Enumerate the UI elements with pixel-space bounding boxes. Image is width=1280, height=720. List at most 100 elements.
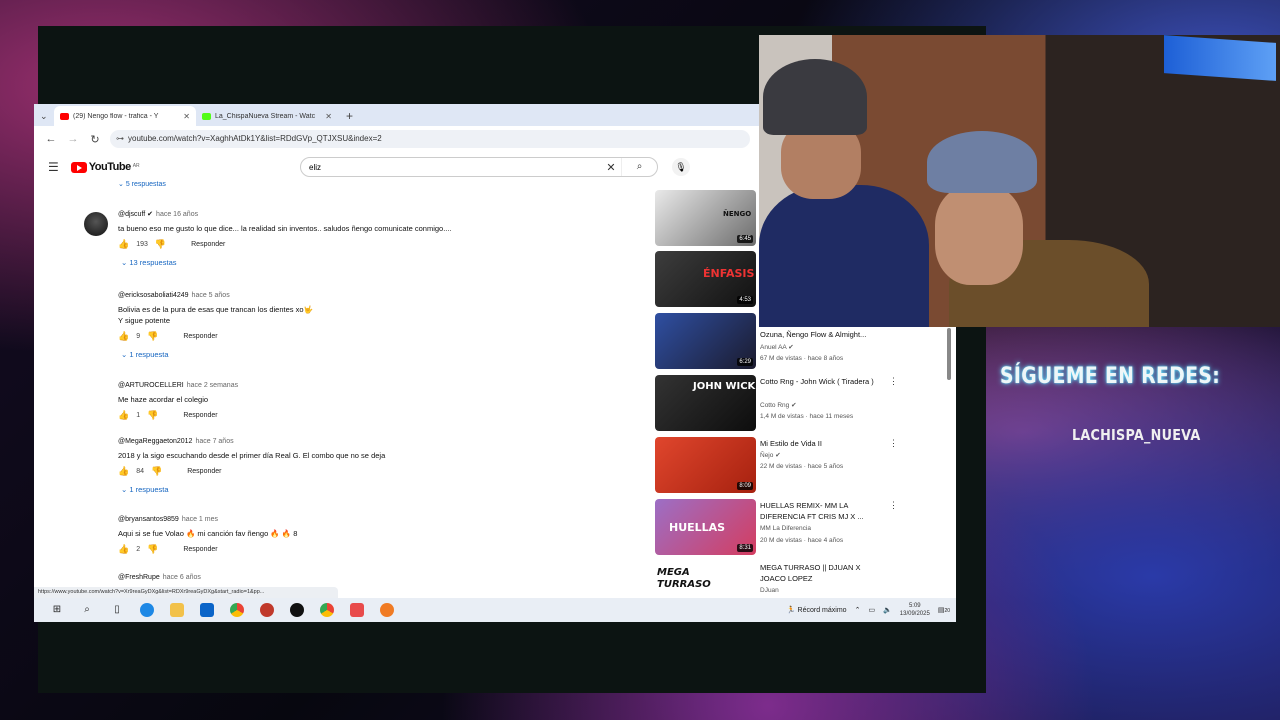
reload-icon[interactable]: ↻ <box>88 133 102 146</box>
dislike-icon[interactable]: 👎 <box>151 466 162 477</box>
tab-close-icon[interactable]: ✕ <box>325 112 332 121</box>
search-icon[interactable]: ⌕ <box>80 603 94 617</box>
mic-icon[interactable]: 🎙 <box>672 158 690 176</box>
reply-button[interactable]: Responder <box>183 333 217 340</box>
video-thumbnail[interactable]: ÉNFASIS 4:53 <box>655 251 756 307</box>
tab-search-icon[interactable]: ⌄ <box>40 106 54 126</box>
new-tab-icon[interactable]: + <box>338 106 361 126</box>
comment-author[interactable]: @ericksosaboliati4249 <box>118 292 189 299</box>
video-item[interactable]: HUELLAS 8:31 HUELLAS REMIX- MM LA DIFEREN… <box>655 499 945 557</box>
outlook-icon[interactable] <box>200 603 214 617</box>
reply-button[interactable]: Responder <box>187 468 221 475</box>
app-icon[interactable] <box>380 603 394 617</box>
comment-time[interactable]: hace 5 años <box>192 292 230 299</box>
video-channel[interactable]: Anuel AA ✔ <box>760 343 794 351</box>
video-channel[interactable]: MM La Diferencia <box>760 525 811 532</box>
comment-time[interactable]: hace 16 años <box>156 211 198 218</box>
like-icon[interactable]: 👍 <box>118 466 129 477</box>
replies-toggle[interactable]: ⌄ 13 respuestas <box>121 258 644 267</box>
tab-kick[interactable]: La_ChispaNueva Stream - Watc ✕ <box>196 106 338 126</box>
reply-button[interactable]: Responder <box>183 412 217 419</box>
comment-time[interactable]: hace 2 semanas <box>187 382 238 389</box>
clock[interactable]: 5:09 13/09/2025 <box>900 602 930 618</box>
comment: @MegaReggaeton2012 hace 7 años 2018 y la … <box>84 438 662 494</box>
comment: @FreshRupehace 6 años ⋮ <box>84 574 662 589</box>
monitor <box>1164 35 1276 81</box>
app-icon[interactable] <box>350 603 364 617</box>
forward-icon[interactable]: → <box>66 133 80 145</box>
video-item[interactable]: JOHN WICK Cotto Rng - John Wick ( Tirade… <box>655 375 945 433</box>
comment-author[interactable]: @ARTUROCELLERI <box>118 382 184 389</box>
chrome-icon[interactable] <box>320 603 334 617</box>
task-view-icon[interactable]: ▯ <box>110 603 124 617</box>
like-icon[interactable]: 👍 <box>118 331 129 342</box>
comment-author[interactable]: @djscuff <box>118 211 145 218</box>
search-input[interactable] <box>301 162 601 172</box>
folder-icon[interactable] <box>170 603 184 617</box>
dislike-icon[interactable]: 👎 <box>147 410 158 421</box>
chevron-up-icon[interactable]: ⌃ <box>855 606 861 614</box>
kebab-icon[interactable]: ⋮ <box>889 438 898 449</box>
chrome-icon[interactable] <box>230 603 244 617</box>
tab-title: (29) Ñengo flow - trafica - Y <box>73 112 159 120</box>
youtube-logo[interactable]: YouTube AR <box>70 161 140 173</box>
video-thumbnail[interactable]: 6:29 <box>655 313 756 369</box>
comment-author[interactable]: @MegaReggaeton2012 <box>118 438 192 445</box>
kebab-icon[interactable]: ⋮ <box>889 376 898 387</box>
video-thumbnail[interactable]: 8:09 <box>655 437 756 493</box>
video-thumbnail[interactable]: JOHN WICK <box>655 375 756 431</box>
replies-toggle[interactable]: ⌄ 1 respuesta <box>121 485 644 494</box>
video-thumbnail[interactable]: ÑENGO 6:45 <box>655 190 756 246</box>
dislike-icon[interactable]: 👎 <box>147 331 158 342</box>
url-field[interactable]: ⊶ youtube.com/watch?v=XaghhAtDk1Y&list=RD… <box>110 130 750 148</box>
video-channel[interactable]: DJuan <box>760 587 779 594</box>
app-icon[interactable] <box>260 603 274 617</box>
comment-time[interactable]: hace 7 años <box>195 438 233 445</box>
video-thumbnail[interactable]: HUELLAS 8:31 <box>655 499 756 555</box>
like-count: 1 <box>136 412 141 419</box>
tab-youtube[interactable]: (29) Ñengo flow - trafica - Y ✕ <box>54 106 196 126</box>
dislike-icon[interactable]: 👎 <box>155 239 166 250</box>
video-title[interactable]: MEGA TURRASO || DJUAN X JOACO LOPEZ <box>760 562 885 584</box>
scrollbar[interactable] <box>947 328 951 380</box>
replies-toggle[interactable]: ⌄ 5 respuestas <box>118 180 166 188</box>
like-icon[interactable]: 👍 <box>118 239 129 250</box>
video-channel[interactable]: Ñejo ✔ <box>760 451 781 459</box>
like-icon[interactable]: 👍 <box>118 410 129 421</box>
app-icon[interactable] <box>290 603 304 617</box>
comment-author[interactable]: @bryansantos9859 <box>118 516 179 523</box>
comment-text: Me haze acordar el colegio <box>118 395 209 404</box>
video-channel[interactable]: Cotto Rng ✔ <box>760 401 797 409</box>
like-icon[interactable]: 👍 <box>118 544 129 555</box>
kebab-icon[interactable]: ⋮ <box>889 500 898 511</box>
edge-icon[interactable] <box>140 603 154 617</box>
volume-icon[interactable]: 🔈 <box>883 606 892 614</box>
reply-button[interactable]: Responder <box>183 546 217 553</box>
video-title[interactable]: HUELLAS REMIX- MM LA DIFERENCIA FT CRIS … <box>760 500 885 522</box>
video-title[interactable]: Cotto Rng - John Wick ( Tiradera ) <box>760 376 885 387</box>
clear-search-icon[interactable]: ✕ <box>601 161 621 174</box>
video-duration: 4:53 <box>737 296 753 304</box>
reply-button[interactable]: Responder <box>191 241 225 248</box>
comment-time[interactable]: hace 6 años <box>163 574 201 581</box>
video-duration: 6:45 <box>737 235 753 243</box>
verified-icon: ✔ <box>147 211 154 218</box>
back-icon[interactable]: ← <box>44 133 58 145</box>
windows-icon[interactable]: ⊞ <box>50 603 64 617</box>
replies-toggle[interactable]: ⌄ 1 respuesta <box>121 350 644 359</box>
search-icon[interactable]: ⌕ <box>621 158 657 176</box>
menu-icon[interactable]: ☰ <box>48 160 59 174</box>
dislike-icon[interactable]: 👎 <box>147 544 158 555</box>
avatar[interactable] <box>84 212 108 236</box>
notification-icon[interactable]: ▤20 <box>938 606 950 614</box>
comment-time[interactable]: hace 1 mes <box>182 516 218 523</box>
site-info-icon[interactable]: ⊶ <box>116 134 124 143</box>
video-title[interactable]: Mi Estilo de Vida II <box>760 438 885 449</box>
tab-close-icon[interactable]: ✕ <box>183 112 190 121</box>
record-text[interactable]: 🏃 Récord máximo <box>787 606 847 614</box>
video-item[interactable]: 8:09 Mi Estilo de Vida II Ñejo ✔ 22 M de… <box>655 437 945 495</box>
comment-author[interactable]: @FreshRupe <box>118 574 160 581</box>
video-duration: 6:29 <box>737 358 753 366</box>
video-title[interactable]: Ozuna, Ñengo Flow & Almight... <box>760 329 885 340</box>
network-icon[interactable]: ▭ <box>868 606 875 614</box>
